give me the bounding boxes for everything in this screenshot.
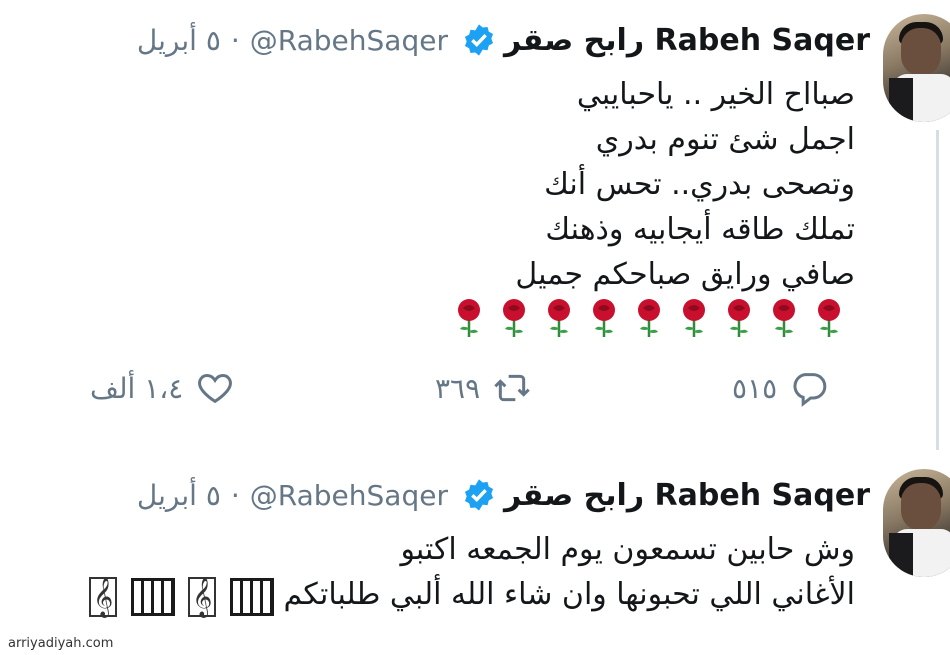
rose-emoji-icon: [683, 299, 705, 337]
rose-emoji-icon: [818, 299, 840, 337]
rose-emoji-icon: [593, 299, 615, 337]
treble-clef-emoji-icon: 𝄞: [89, 576, 118, 617]
separator-dot: ·: [230, 478, 240, 512]
retweet-icon: [494, 374, 530, 402]
rose-emoji-icon: [773, 299, 795, 337]
rose-emoji-icon: [548, 299, 570, 337]
tweet-line: وتصحى بدري.. تحس أنك: [544, 167, 855, 202]
tweet-line: صافي ورايق صباحكم جميل: [515, 257, 855, 292]
treble-clef-emoji-icon: 𝄞: [188, 576, 217, 617]
tweet-actions: ٥١٥ ٣٦٩ ١،٤ ألف: [0, 368, 950, 418]
tweet-date[interactable]: ٥ أبريل: [137, 24, 221, 57]
tweet-date[interactable]: ٥ أبريل: [137, 479, 221, 512]
avatar[interactable]: [883, 469, 950, 577]
retweet-button[interactable]: ٣٦٩: [435, 368, 532, 408]
tweet-header: ٥ أبريل · @RabehSaqer رابح صقر Rabeh Saq…: [137, 471, 870, 519]
watermark: arriyadiyah.com: [8, 636, 114, 651]
music-emoji-row: 𝄞 𝄞: [85, 573, 274, 618]
tweet-line: وش حابين تسمعون يوم الجمعه اكتبو: [400, 532, 855, 567]
reply-button[interactable]: ٥١٥: [732, 368, 829, 408]
author-name[interactable]: رابح صقر Rabeh Saqer: [504, 478, 870, 513]
reply-count: ٥١٥: [732, 371, 778, 405]
rose-emoji-icon: [503, 299, 525, 337]
author-name[interactable]: رابح صقر Rabeh Saqer: [504, 23, 870, 58]
avatar[interactable]: [883, 14, 950, 122]
like-count: ١،٤ ألف: [90, 371, 184, 405]
retweet-count: ٣٦٩: [435, 371, 481, 405]
tweet-header: ٥ أبريل · @RabehSaqer رابح صقر Rabeh Saq…: [137, 16, 870, 64]
tweet[interactable]: ٥ أبريل · @RabehSaqer رابح صقر Rabeh Saq…: [0, 0, 950, 450]
rose-emoji-row: [453, 298, 845, 338]
tweet-line: الأغاني اللي تحبونها وان شاء الله ألبي ط…: [283, 577, 855, 612]
reply-icon: [793, 373, 827, 407]
verified-badge-icon: [464, 479, 493, 511]
tweet-line: تملك طاقه أيجابيه وذهنك: [545, 212, 855, 247]
tweet-text: صبااح الخير .. ياحبايبي اجمل شئ تنوم بدر…: [515, 72, 855, 297]
author-handle[interactable]: @RabehSaqer: [250, 479, 448, 512]
like-button[interactable]: ١،٤ ألف: [90, 368, 235, 408]
rose-emoji-icon: [728, 299, 750, 337]
tweet-line: اجمل شئ تنوم بدري: [595, 122, 855, 157]
piano-emoji-icon: [130, 577, 175, 616]
tweet-line: صبااح الخير .. ياحبايبي: [576, 77, 855, 112]
rose-emoji-icon: [458, 299, 480, 337]
verified-badge-icon: [464, 24, 493, 56]
tweet-line-with-emoji: الأغاني اللي تحبونها وان شاء الله ألبي ط…: [85, 572, 855, 618]
author-handle[interactable]: @RabehSaqer: [250, 24, 448, 57]
separator-dot: ·: [230, 23, 240, 57]
piano-emoji-icon: [229, 577, 274, 616]
tweet[interactable]: ٥ أبريل · @RabehSaqer رابح صقر Rabeh Saq…: [0, 455, 950, 655]
heart-icon: [198, 373, 233, 404]
rose-emoji-icon: [638, 299, 660, 337]
tweet-text: وش حابين تسمعون يوم الجمعه اكتبو الأغاني…: [85, 527, 855, 618]
